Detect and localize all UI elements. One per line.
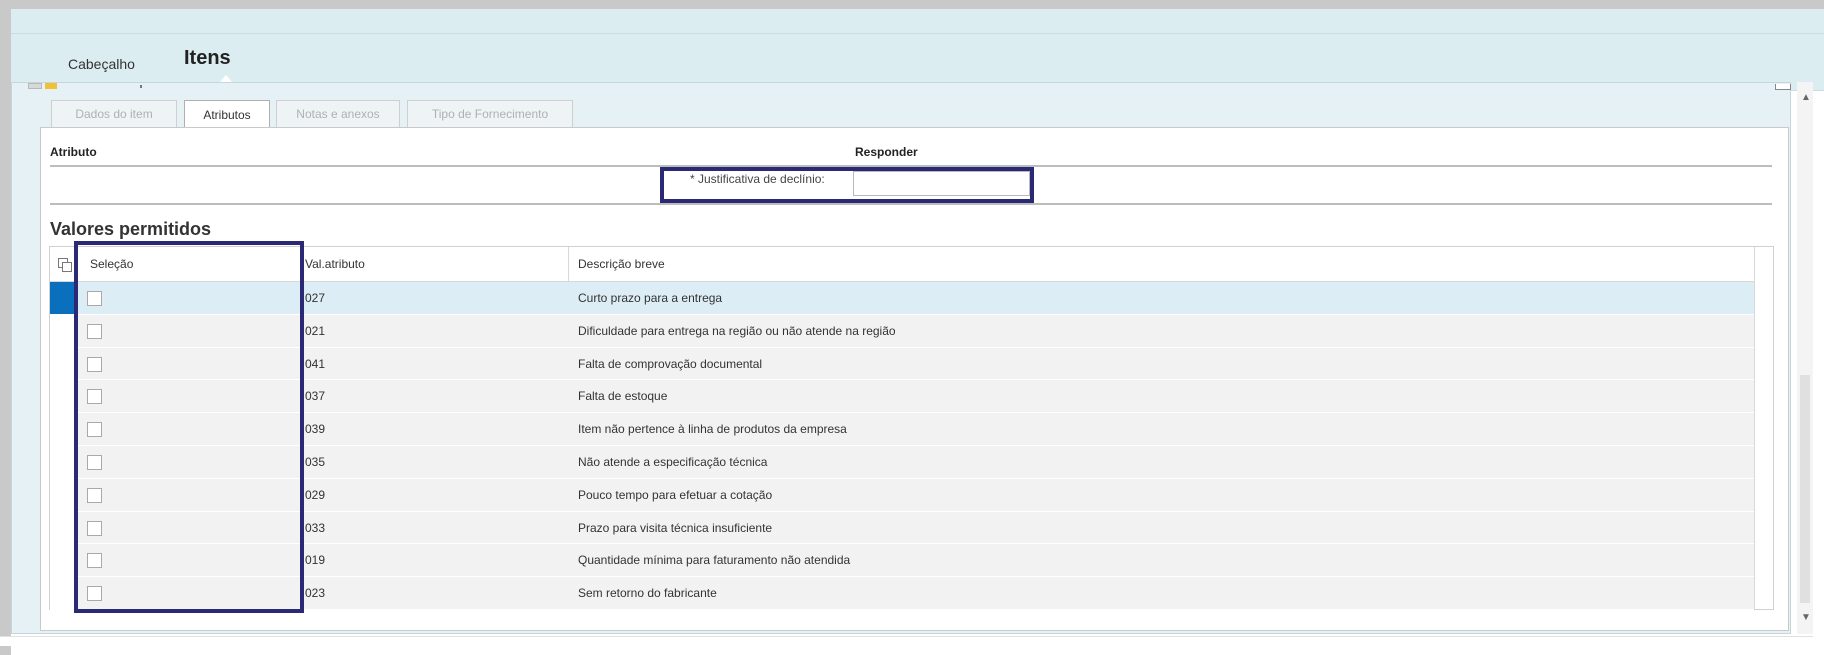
attribute-value: 037 xyxy=(305,389,326,404)
row-selector[interactable] xyxy=(50,282,75,314)
scroll-down-icon[interactable]: ▼ xyxy=(1801,612,1811,623)
attribute-value: 033 xyxy=(305,520,326,535)
short-description: Quantidade mínima para faturamento não a… xyxy=(578,553,851,568)
table-row[interactable]: 035 Não atende a especificação técnica xyxy=(50,445,1754,479)
selection-checkbox[interactable] xyxy=(87,586,102,602)
row-selector[interactable] xyxy=(50,314,75,347)
row-selector[interactable] xyxy=(50,347,75,380)
short-description: Item não pertence à linha de produtos da… xyxy=(578,422,847,437)
column-header-descricao-breve[interactable]: Descrição breve xyxy=(578,257,665,271)
short-description: Dificuldade para entrega na região ou nã… xyxy=(578,323,896,338)
row-selector[interactable] xyxy=(50,380,75,413)
selection-checkbox[interactable] xyxy=(87,389,102,405)
column-header-selecao[interactable]: Seleção xyxy=(90,257,133,271)
tree-tick-mark xyxy=(140,85,142,88)
table-row[interactable]: 027 Curto prazo para a entrega xyxy=(50,282,1754,315)
bottom-strip xyxy=(0,636,1813,646)
selection-checkbox[interactable] xyxy=(87,454,102,470)
table-row[interactable]: 039 Item não pertence à linha de produtos… xyxy=(50,413,1754,446)
attribute-value: 041 xyxy=(305,356,326,371)
selection-checkbox[interactable] xyxy=(87,323,102,339)
collapse-icon[interactable] xyxy=(28,83,42,89)
maximize-icon[interactable] xyxy=(1775,84,1791,90)
short-description: Sem retorno do fabricante xyxy=(578,586,717,601)
subtab-atributos[interactable]: Atributos xyxy=(184,100,270,129)
subtab-notas-e-anexos[interactable]: Notas e anexos xyxy=(276,100,400,127)
table-row[interactable]: 033 Prazo para visita técnica insuficient… xyxy=(50,511,1754,545)
table-row[interactable]: 023 Sem retorno do fabricante xyxy=(50,577,1754,610)
subtab-dados-do-item[interactable]: Dados do item xyxy=(51,100,177,127)
row-selector[interactable] xyxy=(50,577,75,609)
short-description: Curto prazo para a entrega xyxy=(578,291,723,305)
column-header-val-atributo[interactable]: Val.atributo xyxy=(305,257,365,271)
attribute-value: 027 xyxy=(305,291,326,305)
tab-cabecalho[interactable]: Cabeçalho xyxy=(68,56,135,72)
short-description: Pouco tempo para efetuar a cotação xyxy=(578,487,773,502)
selection-checkbox[interactable] xyxy=(87,553,102,569)
attribute-value: 029 xyxy=(305,487,326,502)
table-body: 027 Curto prazo para a entrega 021 Dificul… xyxy=(50,282,1754,610)
selection-checkbox[interactable] xyxy=(87,356,102,372)
table-row[interactable]: 041 Falta de comprovação documental xyxy=(50,347,1754,381)
table-settings-icon[interactable] xyxy=(58,258,72,272)
short-description: Não atende a especificação técnica xyxy=(578,454,768,469)
subtab-tipo-de-fornecimento[interactable]: Tipo de Fornecimento xyxy=(407,100,573,127)
short-description: Prazo para visita técnica insuficiente xyxy=(578,520,773,535)
justification-input[interactable] xyxy=(853,171,1030,196)
row-selector[interactable] xyxy=(50,413,75,445)
short-description: Falta de comprovação documental xyxy=(578,356,763,371)
scrollbar-thumb[interactable] xyxy=(1800,375,1810,603)
column-header-atributo: Atributo xyxy=(50,145,97,159)
selection-checkbox[interactable] xyxy=(87,422,102,438)
short-description: Falta de estoque xyxy=(578,389,668,404)
attribute-value: 039 xyxy=(305,422,326,437)
section-divider xyxy=(50,203,1772,205)
folder-icon xyxy=(45,83,57,89)
allowed-values-title: Valores permitidos xyxy=(50,219,212,239)
table-row[interactable]: 019 Quantidade mínima para faturamento nã… xyxy=(50,544,1754,578)
selection-checkbox[interactable] xyxy=(87,487,102,503)
row-selector[interactable] xyxy=(50,445,75,478)
attribute-value: 021 xyxy=(305,323,326,338)
selection-checkbox[interactable] xyxy=(87,520,102,536)
tab-bar-divider xyxy=(11,33,1824,34)
scroll-up-icon[interactable]: ▲ xyxy=(1801,92,1811,103)
table-row[interactable]: 037 Falta de estoque xyxy=(50,380,1754,414)
row-selector[interactable] xyxy=(50,478,75,511)
row-selector[interactable] xyxy=(50,511,75,544)
table-row[interactable]: 021 Dificuldade para entrega na região ou… xyxy=(50,314,1754,348)
active-tab-marker xyxy=(220,75,232,82)
tab-itens[interactable]: Itens xyxy=(184,47,231,70)
attribute-value: 023 xyxy=(305,586,326,601)
justification-label: * Justificativa de declínio: xyxy=(690,172,825,186)
column-divider xyxy=(1754,247,1755,609)
row-selector[interactable] xyxy=(50,544,75,577)
column-header-responder: Responder xyxy=(855,145,918,159)
top-tab-bar: Cabeçalho Itens xyxy=(11,9,1824,91)
attribute-value: 019 xyxy=(305,553,326,568)
selection-checkbox[interactable] xyxy=(87,291,102,306)
table-row[interactable]: 029 Pouco tempo para efetuar a cotação xyxy=(50,478,1754,512)
header-divider xyxy=(50,165,1772,167)
attribute-value: 035 xyxy=(305,454,326,469)
